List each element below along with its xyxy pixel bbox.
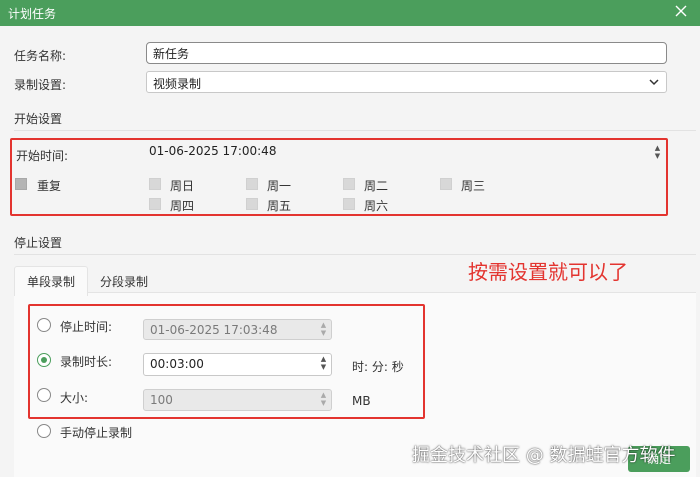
tab-segment-record[interactable]: 分段录制 — [100, 273, 148, 290]
manual-stop-label: 手动停止录制 — [60, 426, 133, 440]
stop-settings-title: 停止设置 — [14, 236, 63, 250]
start-settings-title: 开始设置 — [14, 112, 63, 126]
title-bar: 计划任务 — [0, 0, 700, 26]
tab-single-record[interactable]: 单段录制 — [14, 266, 89, 296]
divider — [14, 254, 696, 255]
task-name-input[interactable]: 新任务 — [146, 42, 667, 64]
manual-stop-radio[interactable] — [37, 424, 51, 438]
window-title: 计划任务 — [8, 7, 57, 21]
record-setting-select[interactable]: 视频录制 — [146, 71, 667, 93]
highlight-box-start — [10, 138, 668, 216]
watermark-text: 掘金技术社区 @ 数据蛙官方软件 — [412, 445, 676, 466]
divider — [14, 130, 696, 131]
close-icon[interactable] — [674, 4, 688, 18]
task-name-value: 新任务 — [153, 47, 190, 61]
chevron-down-icon — [648, 76, 660, 88]
record-setting-label: 录制设置: — [14, 78, 67, 92]
task-name-label: 任务名称: — [14, 49, 67, 63]
record-setting-value: 视频录制 — [153, 77, 202, 91]
highlight-box-stop — [28, 304, 425, 419]
annotation-text: 按需设置就可以了 — [468, 260, 628, 284]
